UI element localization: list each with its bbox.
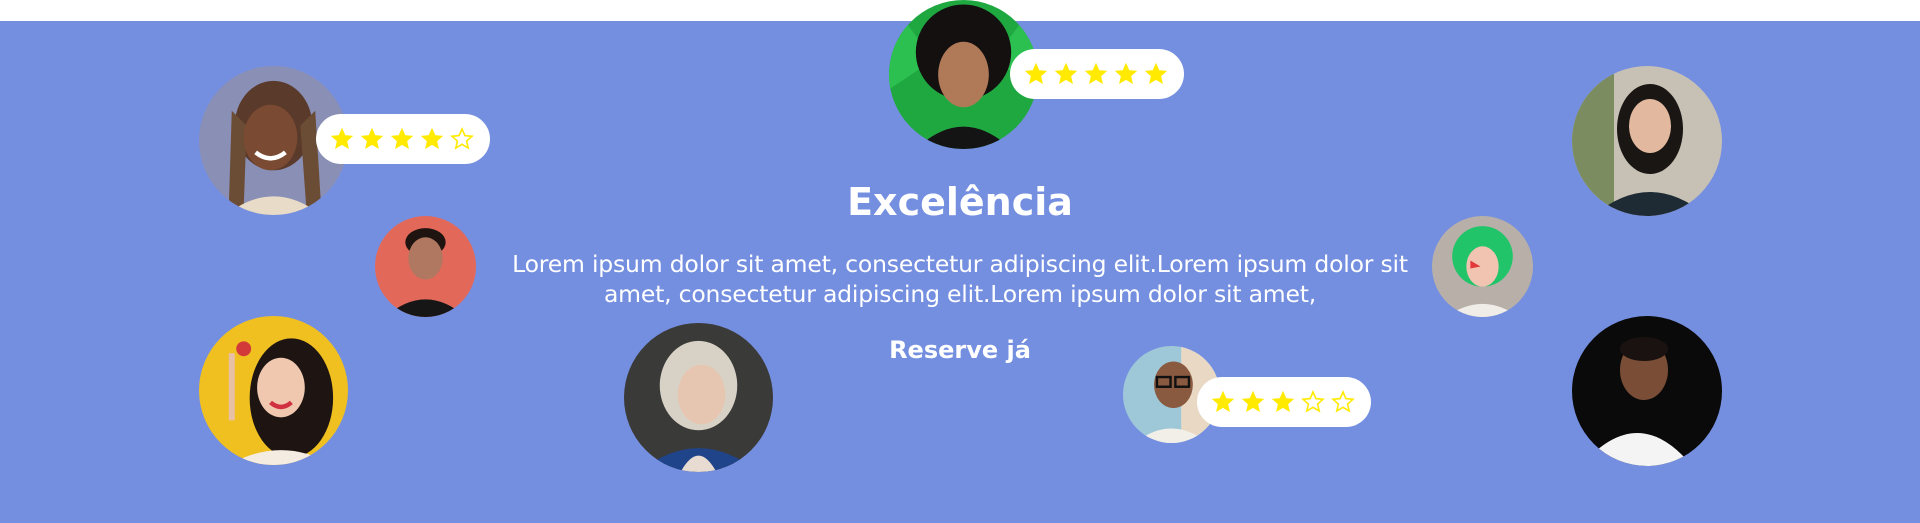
star-filled-icon <box>330 127 354 150</box>
star-empty-icon <box>450 127 474 150</box>
star-filled-icon <box>1144 62 1168 85</box>
reviewer-avatar-yellow-bg <box>199 316 348 465</box>
reviewer-avatar-blonde <box>624 323 773 472</box>
reserve-link[interactable]: Reserve já <box>860 332 1060 368</box>
reviewer-avatar-dark-hair <box>1572 66 1722 216</box>
star-filled-icon <box>1271 390 1295 413</box>
star-filled-icon <box>390 127 414 150</box>
star-filled-icon <box>1211 390 1235 413</box>
star-filled-icon <box>1241 390 1265 413</box>
bottom-center-reviewer-rating <box>1197 377 1371 427</box>
top-center-reviewer-rating <box>1010 49 1184 99</box>
reviewer-avatar-young-man <box>375 216 476 317</box>
star-filled-icon <box>1084 62 1108 85</box>
star-filled-icon <box>1054 62 1078 85</box>
star-empty-icon <box>1331 390 1355 413</box>
star-filled-icon <box>1114 62 1138 85</box>
star-filled-icon <box>360 127 384 150</box>
reviewer-avatar-green-hair <box>1432 216 1533 317</box>
section-description: Lorem ipsum dolor sit amet, consectetur … <box>512 250 1408 308</box>
top-left-reviewer-rating <box>316 114 490 164</box>
star-filled-icon <box>420 127 444 150</box>
section-title: Excelência <box>847 180 1073 224</box>
star-filled-icon <box>1024 62 1048 85</box>
star-empty-icon <box>1301 390 1325 413</box>
reviewer-avatar-man-white-shirt <box>1572 316 1722 466</box>
